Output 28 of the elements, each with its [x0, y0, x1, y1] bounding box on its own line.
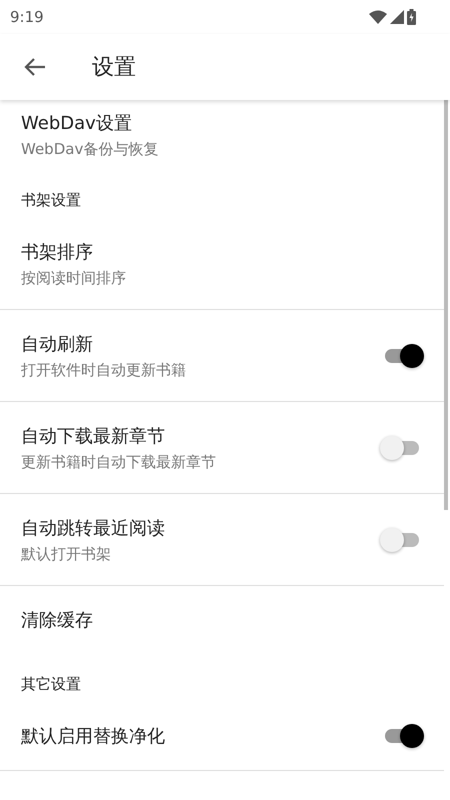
item-summary: 按阅读时间排序 — [21, 268, 127, 288]
signal-icon — [390, 10, 404, 24]
scrollbar[interactable] — [444, 100, 448, 510]
item-title: 默认启用替换净化 — [21, 725, 166, 748]
settings-item[interactable]: 自动刷新 打开软件时自动更新书籍 — [0, 310, 444, 401]
item-title: 自动下载最新章节 — [21, 424, 166, 448]
page-title: 设置 — [92, 54, 136, 82]
item-summary: 打开软件时自动更新书籍 — [21, 360, 187, 380]
item-summary: 默认打开书架 — [21, 544, 112, 564]
settings-item[interactable]: 自动跳转最近阅读 默认打开书架 — [0, 494, 444, 585]
category-header: 其它设置 — [21, 675, 81, 694]
category-header: 书架设置 — [21, 191, 81, 210]
settings-item[interactable]: 清除缓存 — [0, 586, 444, 654]
battery-icon — [407, 9, 416, 25]
item-title: WebDav设置 — [21, 112, 133, 135]
back-arrow-icon[interactable] — [24, 57, 46, 77]
settings-item[interactable]: 默认启用替换净化 — [0, 702, 444, 770]
settings-item[interactable]: WebDav设置 WebDav备份与恢复 — [0, 100, 444, 170]
item-summary: 更新书籍时自动下载最新章节 — [21, 452, 217, 472]
item-title: 自动跳转最近阅读 — [21, 516, 166, 540]
item-title: 清除缓存 — [21, 609, 94, 632]
wifi-icon — [369, 10, 387, 24]
item-summary: WebDav备份与恢复 — [21, 140, 160, 159]
settings-item[interactable]: 自动下载最新章节 更新书籍时自动下载最新章节 — [0, 402, 444, 493]
item-title: 书架排序 — [21, 240, 94, 264]
item-title: 自动刷新 — [21, 332, 94, 356]
status-time: 9:19 — [10, 8, 44, 26]
settings-item[interactable]: 书架排序 按阅读时间排序 — [0, 218, 444, 309]
